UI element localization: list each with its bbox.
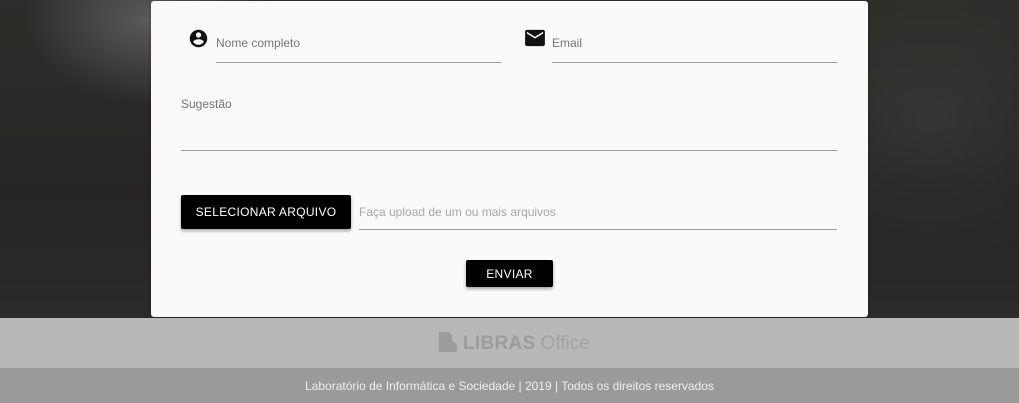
suggestion-field-underline <box>181 150 837 151</box>
logo-bold-text: LIBRAS <box>463 333 536 354</box>
email-field-underline <box>552 62 837 63</box>
suggestion-field[interactable]: Sugestão <box>181 95 837 151</box>
name-placeholder: Nome completo <box>216 36 301 50</box>
upload-field-underline <box>359 229 837 230</box>
submit-button[interactable]: ENVIAR <box>466 260 553 287</box>
mail-icon <box>524 29 546 52</box>
copyright-text: Laboratório de Informática e Sociedade |… <box>305 378 714 393</box>
account-circle-icon <box>188 28 209 54</box>
name-field-underline <box>216 62 501 63</box>
document-icon <box>437 331 459 358</box>
libras-office-logo[interactable]: LIBRAS Office <box>437 331 590 358</box>
suggestion-label: Sugestão <box>181 97 232 111</box>
name-field[interactable]: Nome completo <box>216 25 501 63</box>
select-file-button[interactable]: SELECIONAR ARQUIVO <box>181 195 351 229</box>
upload-path-field[interactable]: Faça upload de um ou mais arquivos <box>359 195 837 230</box>
email-field[interactable]: Email <box>552 25 837 63</box>
footer-copyright-bar: Laboratório de Informática e Sociedade |… <box>0 368 1019 403</box>
contact-form-card: Nome completo Email Sugestão SELECIONAR … <box>151 1 868 317</box>
email-placeholder: Email <box>552 36 583 50</box>
upload-placeholder: Faça upload de um ou mais arquivos <box>359 205 556 219</box>
logo-light-text: Office <box>540 333 590 354</box>
